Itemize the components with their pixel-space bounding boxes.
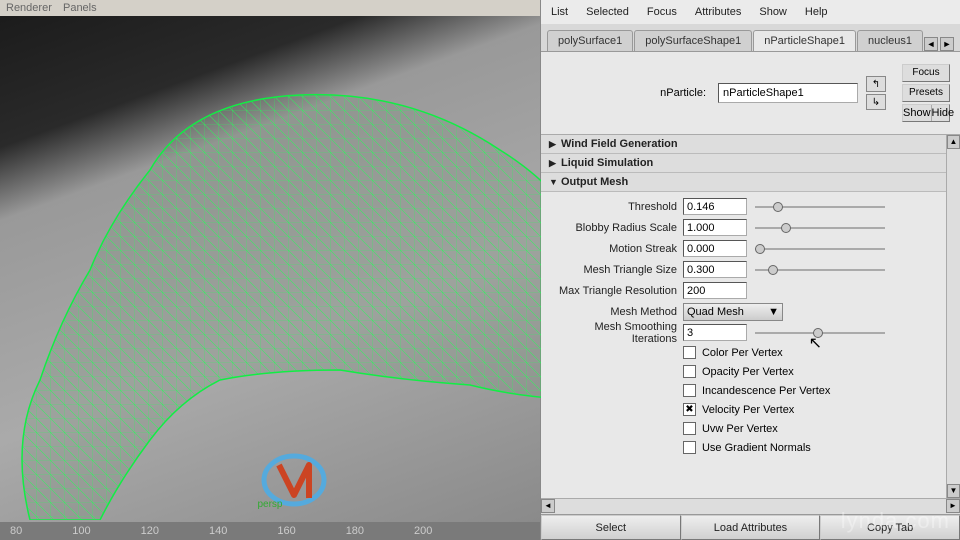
- vertical-scrollbar[interactable]: ▲ ▼: [946, 135, 960, 498]
- threshold-input[interactable]: [683, 198, 747, 215]
- mesh-smoothing-label: Mesh Smoothing Iterations: [549, 321, 677, 345]
- tab-scroll-left-icon[interactable]: ◄: [924, 37, 938, 51]
- scroll-right-icon[interactable]: ►: [946, 499, 960, 513]
- hide-button[interactable]: Hide: [932, 105, 955, 121]
- section-wind-field[interactable]: ▶ Wind Field Generation: [541, 135, 960, 154]
- motion-streak-slider[interactable]: [755, 242, 885, 256]
- velocity-per-vertex-checkbox[interactable]: ✖: [683, 403, 696, 416]
- node-name-input[interactable]: [718, 83, 858, 103]
- mesh-method-select[interactable]: Quad Mesh ▼: [683, 303, 783, 321]
- menu-show[interactable]: Show: [759, 6, 787, 18]
- panel-menubar: List Selected Focus Attributes Show Help: [541, 0, 960, 24]
- mesh-smoothing-input[interactable]: [683, 324, 747, 341]
- opacity-per-vertex-label: Opacity Per Vertex: [702, 366, 794, 378]
- velocity-per-vertex-label: Velocity Per Vertex: [702, 404, 794, 416]
- menu-selected[interactable]: Selected: [586, 6, 629, 18]
- blobby-radius-label: Blobby Radius Scale: [549, 222, 677, 234]
- menu-attributes[interactable]: Attributes: [695, 6, 741, 18]
- horizontal-scrollbar[interactable]: ◄ ►: [541, 498, 960, 514]
- section-liquid-simulation[interactable]: ▶ Liquid Simulation: [541, 154, 960, 173]
- expand-arrow-icon: ▼: [549, 177, 561, 187]
- tab-scroll-right-icon[interactable]: ►: [940, 37, 954, 51]
- section-output-mesh[interactable]: ▼ Output Mesh: [541, 173, 960, 192]
- scroll-up-icon[interactable]: ▲: [947, 135, 960, 149]
- camera-label: persp: [257, 499, 282, 510]
- timeline-ruler[interactable]: 80 100 120 140 160 180 200: [0, 522, 540, 540]
- max-triangle-res-input[interactable]: [683, 282, 747, 299]
- menu-focus[interactable]: Focus: [647, 6, 677, 18]
- dropdown-arrow-icon: ▼: [768, 306, 779, 318]
- mesh-triangle-size-slider[interactable]: [755, 263, 885, 277]
- renderer-menu[interactable]: Renderer: [6, 2, 52, 14]
- incandescence-per-vertex-label: Incandescence Per Vertex: [702, 385, 830, 397]
- mesh-smoothing-slider[interactable]: [755, 326, 885, 340]
- motion-streak-label: Motion Streak: [549, 243, 677, 255]
- viewport-3d[interactable]: Renderer Panels persp 80 100 120 140 160…: [0, 0, 541, 540]
- node-tabs: polySurface1 polySurfaceShape1 nParticle…: [541, 24, 960, 52]
- uvw-per-vertex-label: Uvw Per Vertex: [702, 423, 778, 435]
- panels-menu[interactable]: Panels: [63, 2, 97, 14]
- presets-button[interactable]: Presets: [902, 84, 950, 102]
- load-attributes-button[interactable]: Load Attributes: [681, 515, 821, 540]
- threshold-label: Threshold: [549, 201, 677, 213]
- menu-list[interactable]: List: [551, 6, 568, 18]
- mesh-triangle-size-input[interactable]: [683, 261, 747, 278]
- focus-button[interactable]: Focus: [902, 64, 950, 82]
- uvw-per-vertex-checkbox[interactable]: [683, 422, 696, 435]
- output-mesh-body: Threshold Blobby Radius Scale Motion Str…: [541, 192, 960, 461]
- node-name-row: nParticle: ↰ ↳ Focus Presets Show Hide: [541, 52, 960, 134]
- use-gradient-normals-checkbox[interactable]: [683, 441, 696, 454]
- opacity-per-vertex-checkbox[interactable]: [683, 365, 696, 378]
- mesh-triangle-size-label: Mesh Triangle Size: [549, 264, 677, 276]
- viewport-menu: Renderer Panels: [0, 0, 540, 16]
- motion-streak-input[interactable]: [683, 240, 747, 257]
- tab-nparticleshape1[interactable]: nParticleShape1: [753, 30, 856, 51]
- collapse-arrow-icon: ▶: [549, 158, 561, 169]
- collapse-arrow-icon: ▶: [549, 139, 561, 150]
- incandescence-per-vertex-checkbox[interactable]: [683, 384, 696, 397]
- attribute-editor: List Selected Focus Attributes Show Help…: [541, 0, 960, 540]
- menu-help[interactable]: Help: [805, 6, 828, 18]
- max-triangle-res-label: Max Triangle Resolution: [549, 285, 677, 297]
- bottom-button-bar: Select Load Attributes Copy Tab: [541, 514, 960, 540]
- go-in-icon[interactable]: ↳: [866, 94, 886, 110]
- mesh-wireframe: [0, 40, 600, 520]
- node-type-label: nParticle:: [660, 87, 706, 99]
- scroll-down-icon[interactable]: ▼: [947, 484, 960, 498]
- threshold-slider[interactable]: [755, 200, 885, 214]
- tab-polysurfaceshape1[interactable]: polySurfaceShape1: [634, 30, 752, 51]
- go-out-icon[interactable]: ↰: [866, 76, 886, 92]
- mesh-method-label: Mesh Method: [549, 306, 677, 318]
- blobby-radius-input[interactable]: [683, 219, 747, 236]
- color-per-vertex-checkbox[interactable]: [683, 346, 696, 359]
- tab-nucleus1[interactable]: nucleus1: [857, 30, 923, 51]
- use-gradient-normals-label: Use Gradient Normals: [702, 442, 811, 454]
- blobby-radius-slider[interactable]: [755, 221, 885, 235]
- scroll-left-icon[interactable]: ◄: [541, 499, 555, 513]
- color-per-vertex-label: Color Per Vertex: [702, 347, 783, 359]
- show-button[interactable]: Show: [903, 105, 932, 121]
- attribute-sections: ▶ Wind Field Generation ▶ Liquid Simulat…: [541, 134, 960, 498]
- copy-tab-button[interactable]: Copy Tab: [820, 515, 960, 540]
